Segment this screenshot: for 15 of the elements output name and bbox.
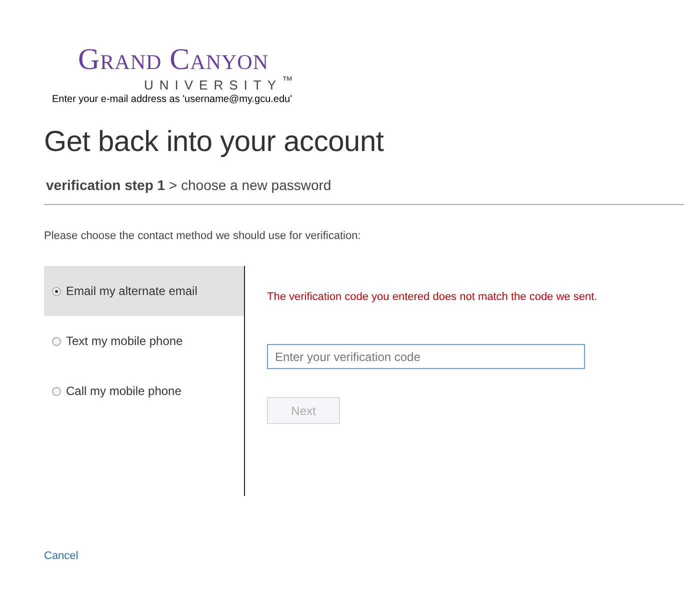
code-input-field[interactable]: Enter your verification code [267, 344, 585, 370]
method-option[interactable]: Call my mobile phone [44, 366, 244, 416]
cancel-link[interactable]: Cancel [44, 550, 78, 562]
method-option[interactable]: Email my alternate email [44, 266, 244, 316]
radio-button[interactable] [52, 336, 61, 346]
radio-button[interactable] [52, 286, 61, 296]
page-title: Get back into your account [44, 125, 385, 160]
email-hint: Enter your e-mail address as 'username@my.gcu.edu' [52, 93, 292, 106]
logo-subtitle: UNIVERSITY$^{™}$ [144, 74, 299, 92]
instructions: Please choose the contact method we should use for verification: [44, 229, 362, 244]
breadcrumb: verification step 1 > choose a new password [46, 176, 332, 194]
error-message: The verification code you entered does not match the code we sent. [267, 290, 598, 304]
method-option[interactable]: Text my mobile phone [44, 316, 244, 366]
logo-wordmark: Grand Canyon [78, 46, 269, 74]
radio-button[interactable] [52, 386, 61, 396]
